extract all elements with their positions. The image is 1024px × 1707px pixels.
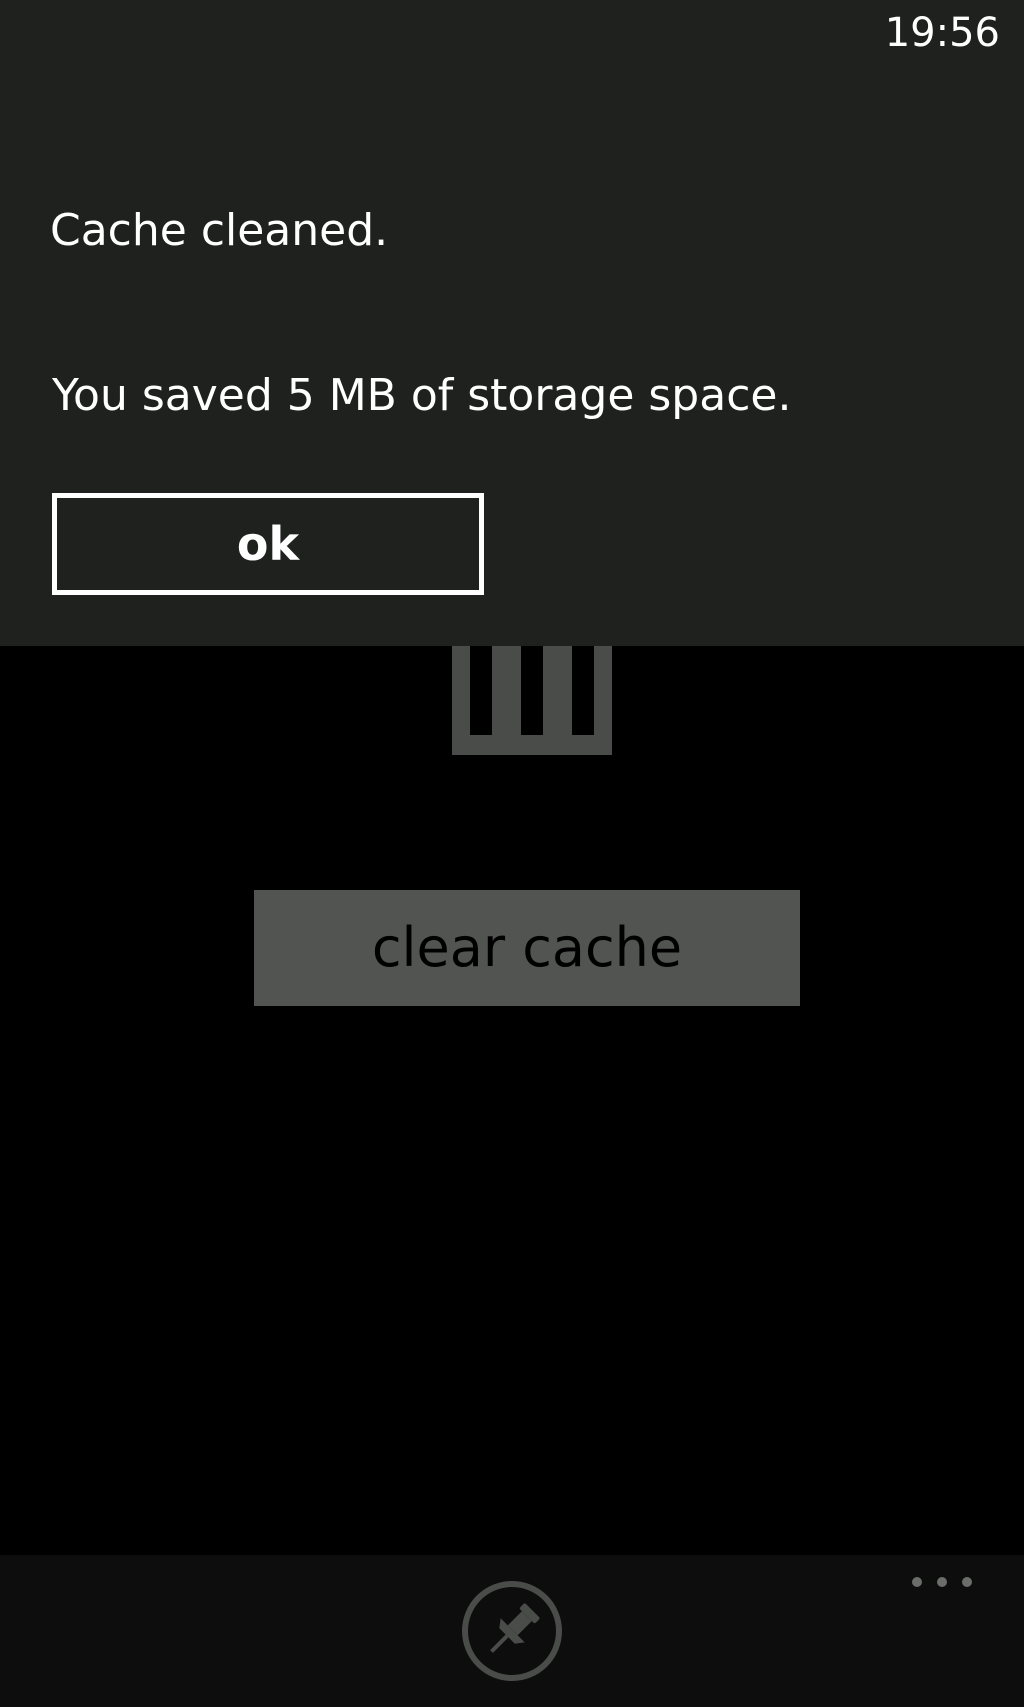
clear-cache-button[interactable]: clear cache (254, 890, 800, 1006)
pin-icon[interactable] (461, 1580, 563, 1682)
dialog-title: Cache cleaned. (50, 205, 389, 256)
dialog-message: You saved 5 MB of storage space. (52, 370, 792, 421)
status-bar-time: 19:56 (884, 10, 1000, 56)
ok-button[interactable]: ok (52, 493, 484, 595)
message-dialog: 19:56 Cache cleaned. You saved 5 MB of s… (0, 0, 1024, 646)
more-options-icon[interactable] (912, 1572, 972, 1592)
